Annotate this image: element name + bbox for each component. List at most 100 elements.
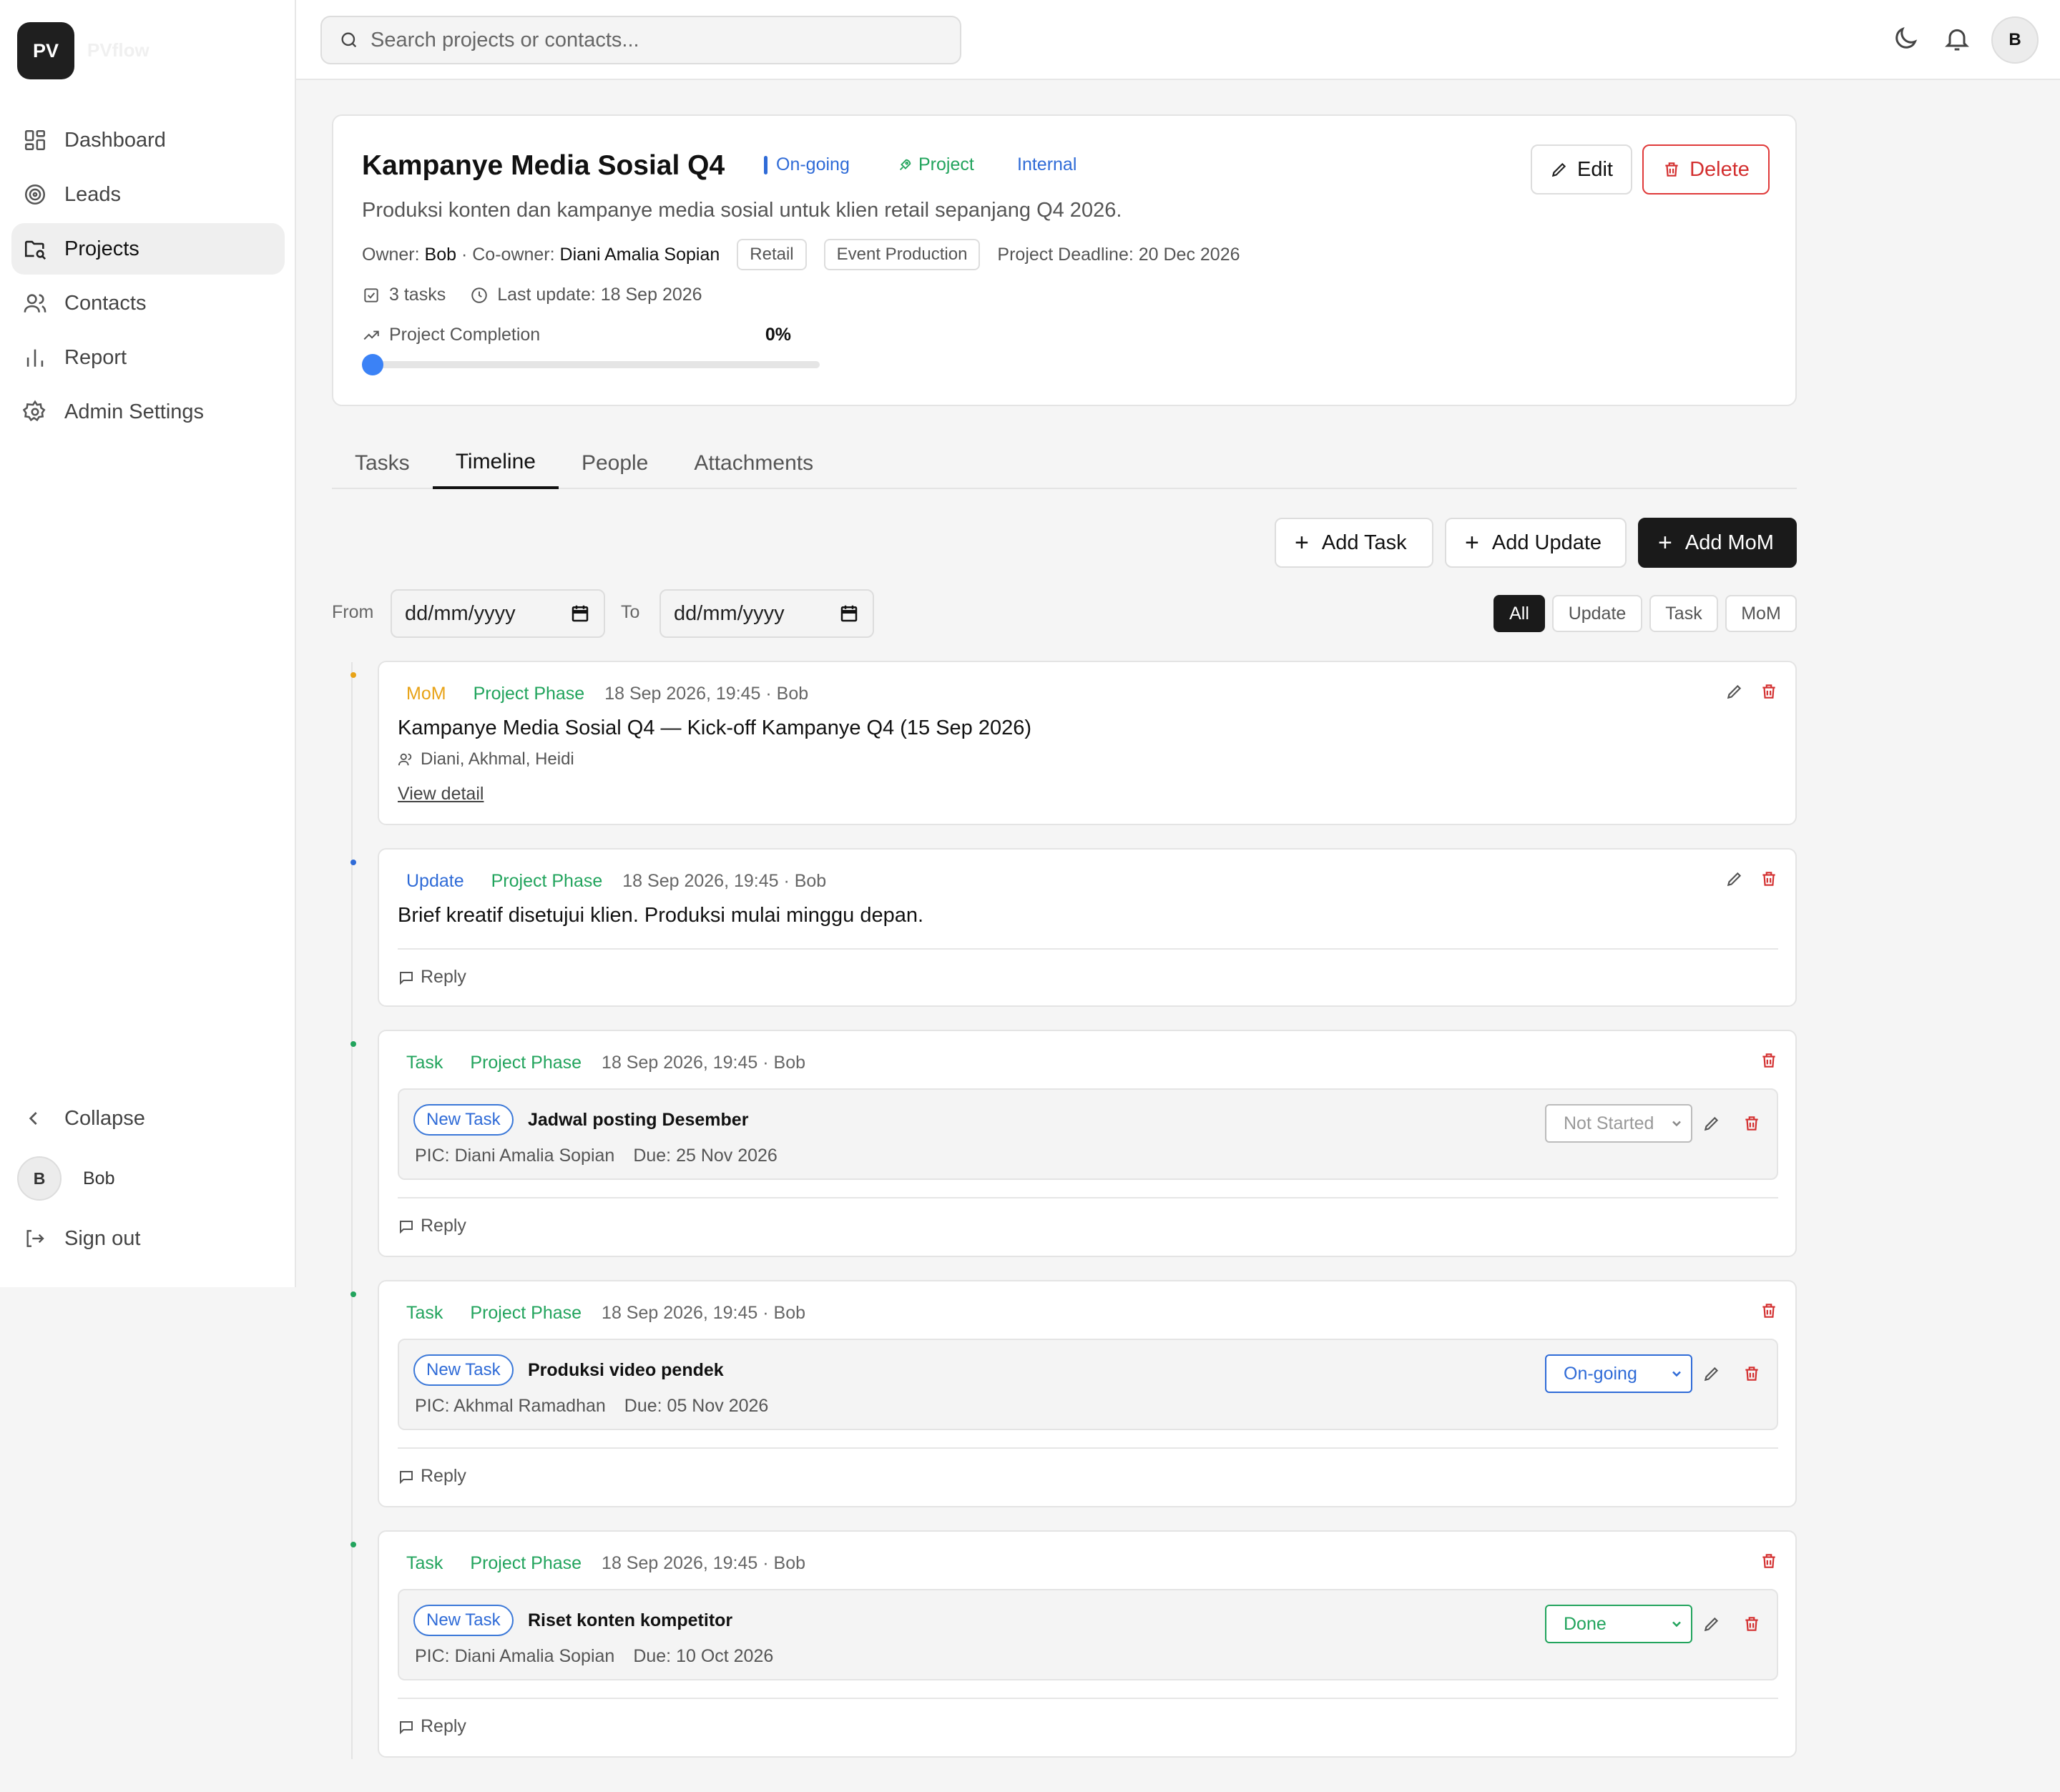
divider xyxy=(398,1698,1778,1699)
sidebar-item-projects[interactable]: Projects xyxy=(11,223,285,275)
status-label: On-going xyxy=(776,154,850,174)
sidebar-footer: Collapse B Bob Sign out xyxy=(11,1093,285,1273)
pencil-icon[interactable] xyxy=(1702,1615,1721,1633)
add-task-button[interactable]: + Add Task xyxy=(1275,518,1433,568)
sidebar-item-dashboard[interactable]: Dashboard xyxy=(11,114,285,166)
bell-icon[interactable] xyxy=(1943,24,1971,53)
sidebar: PV PVflow Dashboard Leads Projects Conta… xyxy=(0,0,296,1287)
project-tabs: Tasks Timeline People Attachments xyxy=(332,438,1797,489)
reply-button[interactable]: Reply xyxy=(398,967,466,988)
trash-icon[interactable] xyxy=(1760,870,1778,888)
collapse-button[interactable]: Collapse xyxy=(11,1093,285,1144)
entry-type: MoM xyxy=(406,684,446,704)
task-name: Produksi video pendek xyxy=(528,1360,724,1380)
tab-timeline[interactable]: Timeline xyxy=(432,438,559,489)
last-update: Last update: 18 Sep 2026 xyxy=(497,285,702,305)
search-box[interactable] xyxy=(320,16,961,64)
trash-icon[interactable] xyxy=(1742,1114,1761,1133)
task-actions xyxy=(1702,1114,1782,1133)
to-date-input[interactable]: dd/mm/yyyy xyxy=(659,589,874,638)
task-due: Due: 25 Nov 2026 xyxy=(633,1146,778,1166)
sidebar-item-report[interactable]: Report xyxy=(11,332,285,383)
reply-label: Reply xyxy=(421,1216,466,1236)
from-date-value: dd/mm/yyyy xyxy=(405,601,516,625)
completion-label: Project Completion xyxy=(389,325,541,345)
chevron-down-icon xyxy=(1672,1121,1681,1127)
filter-all[interactable]: All xyxy=(1494,595,1545,632)
entry-type: Task xyxy=(406,1553,443,1573)
delete-button[interactable]: Delete xyxy=(1642,144,1770,195)
sidebar-nav: Dashboard Leads Projects Contacts Report… xyxy=(11,114,285,440)
trash-icon[interactable] xyxy=(1742,1615,1761,1633)
task-card: New Task Jadwal posting Desember PIC: Di… xyxy=(398,1088,1778,1180)
calendar-icon[interactable] xyxy=(838,603,860,624)
sidebar-item-label: Contacts xyxy=(64,291,147,315)
add-task-label: Add Task xyxy=(1321,531,1407,554)
pencil-icon[interactable] xyxy=(1725,870,1744,888)
add-update-button[interactable]: + Add Update xyxy=(1445,518,1627,568)
trash-icon[interactable] xyxy=(1760,1301,1778,1320)
task-status-value: Not Started xyxy=(1564,1113,1654,1133)
from-date-input[interactable]: dd/mm/yyyy xyxy=(391,589,605,638)
project-description: Produksi konten dan kampanye media sosia… xyxy=(362,199,1122,222)
sign-out-button[interactable]: Sign out xyxy=(11,1213,285,1264)
comment-icon xyxy=(400,1220,413,1234)
completion-handle[interactable] xyxy=(362,354,383,375)
sidebar-item-contacts[interactable]: Contacts xyxy=(11,277,285,329)
view-detail-link[interactable]: View detail xyxy=(398,784,484,804)
reply-button[interactable]: Reply xyxy=(398,1466,466,1487)
filter-update[interactable]: Update xyxy=(1552,595,1642,632)
filter-task[interactable]: Task xyxy=(1649,595,1718,632)
entry-header: MoM Project Phase 18 Sep 2026, 19:45 · B… xyxy=(398,684,808,704)
tab-attachments[interactable]: Attachments xyxy=(671,438,836,489)
scope-badge: Internal xyxy=(1017,154,1076,175)
trash-icon[interactable] xyxy=(1760,682,1778,701)
search-input[interactable] xyxy=(371,28,928,52)
task-status-select[interactable]: Done xyxy=(1545,1605,1692,1643)
task-status-select[interactable]: On-going xyxy=(1545,1354,1692,1393)
task-meta: PIC: Diani Amalia Sopian Due: 25 Nov 2026 xyxy=(415,1146,796,1166)
sidebar-item-admin-settings[interactable]: Admin Settings xyxy=(11,386,285,438)
to-label: To xyxy=(621,602,640,622)
timeline-entry-update: Update Project Phase 18 Sep 2026, 19:45 … xyxy=(378,848,1797,1007)
trash-icon[interactable] xyxy=(1760,1051,1778,1070)
tab-people[interactable]: People xyxy=(559,438,671,489)
status-badge: On-going xyxy=(764,154,850,175)
pencil-icon[interactable] xyxy=(1702,1114,1721,1133)
tab-tasks[interactable]: Tasks xyxy=(332,438,433,489)
completion-slider[interactable] xyxy=(362,354,820,375)
sidebar-item-label: Admin Settings xyxy=(64,400,205,423)
completion-label-row: Project Completion xyxy=(362,325,540,345)
entry-time: 18 Sep 2026, 19:45 · Bob xyxy=(604,684,809,704)
filter-mom[interactable]: MoM xyxy=(1725,595,1797,632)
calendar-icon[interactable] xyxy=(569,603,591,624)
entry-header: Update Project Phase 18 Sep 2026, 19:45 … xyxy=(398,871,826,892)
avatar[interactable]: B xyxy=(1991,16,2039,64)
edit-button[interactable]: Edit xyxy=(1531,144,1632,195)
sidebar-item-leads[interactable]: Leads xyxy=(11,169,285,220)
moon-icon[interactable] xyxy=(1891,24,1920,53)
task-status-select[interactable]: Not Started xyxy=(1545,1104,1692,1143)
task-card: New Task Produksi video pendek PIC: Akhm… xyxy=(398,1339,1778,1430)
sign-out-icon xyxy=(26,1230,44,1247)
project-stats: 3 tasks Last update: 18 Sep 2026 xyxy=(362,285,702,305)
type-label: Project xyxy=(918,154,974,174)
divider xyxy=(398,1447,1778,1449)
add-update-label: Add Update xyxy=(1491,531,1602,554)
logo[interactable]: PV xyxy=(17,22,74,79)
pencil-icon[interactable] xyxy=(1725,682,1744,701)
project-meta: Owner: Bob · Co-owner: Diani Amalia Sopi… xyxy=(362,239,1240,270)
reply-button[interactable]: Reply xyxy=(398,1216,466,1236)
trash-icon[interactable] xyxy=(1760,1552,1778,1570)
trash-icon[interactable] xyxy=(1742,1364,1761,1383)
pencil-icon[interactable] xyxy=(1702,1364,1721,1383)
add-mom-button[interactable]: + Add MoM xyxy=(1638,518,1797,568)
to-date-value: dd/mm/yyyy xyxy=(674,601,785,625)
comment-icon xyxy=(400,971,413,985)
topbar: B xyxy=(296,0,2060,80)
avatar: B xyxy=(17,1156,62,1201)
reply-button[interactable]: Reply xyxy=(398,1716,466,1737)
coowner-label: · Co-owner: xyxy=(461,244,555,265)
checkbox-icon xyxy=(364,287,378,302)
user-profile[interactable]: B Bob xyxy=(11,1153,285,1204)
